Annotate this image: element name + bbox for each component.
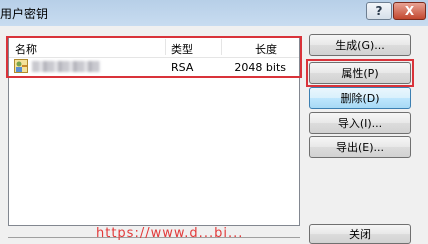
help-button[interactable]: ? bbox=[366, 2, 392, 20]
window-title: 用户密钥 bbox=[0, 7, 49, 21]
watermark-text: https://www.d...bi... bbox=[96, 226, 244, 241]
key-name-redacted bbox=[32, 61, 100, 72]
close-icon: X bbox=[404, 4, 415, 18]
user-keys-dialog: 用户密钥 ? X 名称 类型 长度 RSA 2048 bits 生成(G)...… bbox=[0, 0, 428, 244]
list-row[interactable]: RSA 2048 bits bbox=[10, 58, 298, 76]
list-header: 名称 类型 长度 bbox=[9, 37, 299, 58]
generate-button[interactable]: 生成(G)... bbox=[309, 34, 411, 56]
column-separator bbox=[221, 39, 222, 55]
dialog-content: 名称 类型 长度 RSA 2048 bits 生成(G)... 属性(P) 删除… bbox=[0, 26, 428, 244]
delete-button[interactable]: 删除(D) bbox=[309, 87, 411, 109]
import-button[interactable]: 导入(I)... bbox=[309, 112, 411, 134]
key-length: 2048 bits bbox=[234, 61, 286, 74]
column-header-type[interactable]: 类型 bbox=[171, 41, 193, 57]
key-type: RSA bbox=[171, 61, 194, 74]
column-header-name[interactable]: 名称 bbox=[15, 41, 37, 57]
user-key-icon bbox=[14, 59, 28, 73]
help-icon: ? bbox=[375, 4, 383, 18]
column-separator bbox=[165, 39, 166, 55]
title-bar: 用户密钥 ? X bbox=[0, 0, 428, 26]
window-close-button[interactable]: X bbox=[393, 2, 426, 20]
key-list[interactable]: 名称 类型 长度 RSA 2048 bits bbox=[8, 36, 300, 226]
properties-button[interactable]: 属性(P) bbox=[309, 62, 411, 84]
export-button[interactable]: 导出(E)... bbox=[309, 136, 411, 158]
close-button[interactable]: 关闭 bbox=[309, 224, 411, 244]
column-header-length[interactable]: 长度 bbox=[255, 41, 277, 57]
